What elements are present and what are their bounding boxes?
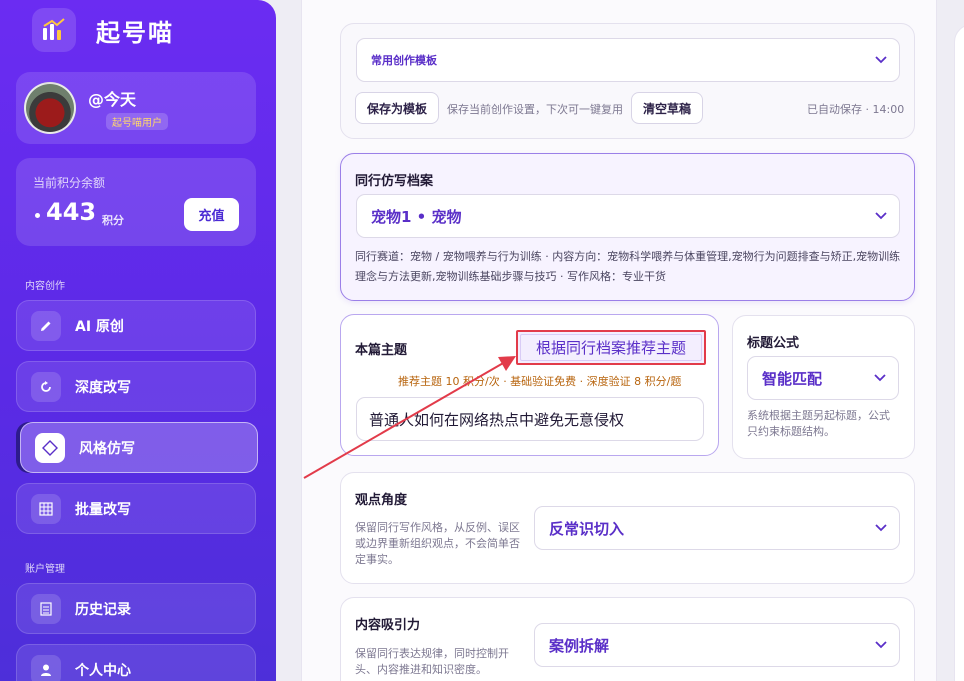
pencil-icon (31, 310, 61, 341)
sidebar-item-style-imitation[interactable]: 风格仿写 (20, 422, 258, 473)
points-label: 当前积分余额 (33, 176, 106, 190)
sidebar-item-deep-rewrite[interactable]: 深度改写 (16, 361, 256, 412)
save-template-hint: 保存当前创作设置，下次可一键复用 (447, 103, 623, 116)
autosave-status: 已自动保存 · 14:00 (807, 103, 905, 116)
topic-input[interactable]: 普通人如何在网络热点中避免无意侵权 (356, 397, 704, 441)
diamond-icon (35, 432, 65, 463)
chevron-down-icon (874, 374, 886, 382)
template-select-value: 常用创作模板 (371, 54, 437, 67)
recommend-topic-button[interactable]: 根据同行档案推荐主题 (516, 330, 706, 365)
appeal-select[interactable]: 案例拆解 (534, 623, 900, 667)
refresh-icon (31, 371, 61, 402)
sidebar-item-label: 风格仿写 (79, 440, 135, 457)
recommend-topic-label: 根据同行档案推荐主题 (535, 340, 686, 357)
chevron-down-icon (875, 524, 887, 532)
appeal-title: 内容吸引力 (355, 618, 421, 633)
viewpoint-select-value: 反常识切入 (549, 519, 625, 538)
sidebar-item-history[interactable]: 历史记录 (16, 583, 256, 634)
sidebar-item-label: AI 原创 (75, 318, 124, 335)
title-formula-select[interactable]: 智能匹配 (747, 356, 899, 400)
chevron-down-icon (875, 56, 887, 64)
topic-pricing: 推荐主题 10 积分/次 · 基础验证免费 · 深度验证 8 积分/题 (398, 375, 682, 388)
recharge-button[interactable]: 充值 (184, 198, 239, 231)
appeal-select-value: 案例拆解 (549, 636, 610, 655)
peer-profile-title: 同行仿写档案 (355, 174, 434, 189)
title-formula-description: 系统根据主题另起标题，公式只约束标题结构。 (747, 409, 890, 438)
chevron-down-icon (875, 212, 887, 220)
topic-title: 本篇主题 (355, 343, 408, 358)
peer-profile-description: 同行赛道：宠物 / 宠物喂养与行为训练 · 内容方向：宠物科学喂养与体重管理,宠… (355, 250, 901, 283)
appeal-description: 保留同行表达规律，同时控制开头、内容推进和知识密度。 (355, 647, 509, 676)
sidebar-item-label: 批量改写 (75, 501, 131, 518)
list-icon (31, 593, 61, 624)
clear-draft-button[interactable]: 清空草稿 (631, 92, 703, 124)
points-unit: 积分 (102, 214, 124, 227)
title-formula-select-value: 智能匹配 (762, 369, 823, 388)
grid-icon (31, 493, 61, 524)
brand[interactable]: 起号喵 (32, 8, 174, 52)
sidebar-item-label: 个人中心 (75, 662, 131, 679)
sidebar-item-batch-rewrite[interactable]: 批量改写 (16, 483, 256, 534)
viewpoint-description: 保留同行写作风格，从反例、误区或边界重新组织观点，不会简单否定事实。 (355, 521, 520, 566)
peer-profile-select-value: 宠物1 • 宠物 (371, 207, 462, 226)
points-card: 当前积分余额 443 积分 充值 (16, 158, 256, 246)
sidebar: 起号喵 @今天 起号喵用户 当前积分余额 443 积分 充值 内容创作 AI 原… (0, 0, 276, 681)
section-label-account: 账户管理 (25, 564, 65, 575)
points-dot (35, 213, 40, 218)
user-icon (31, 654, 61, 681)
chevron-down-icon (875, 641, 887, 649)
sidebar-item-label: 历史记录 (75, 601, 131, 618)
viewpoint-select[interactable]: 反常识切入 (534, 506, 900, 550)
brand-name: 起号喵 (96, 18, 174, 47)
peer-profile-select[interactable]: 宠物1 • 宠物 (356, 194, 900, 238)
user-badge: 起号喵用户 (106, 113, 168, 130)
title-formula-title: 标题公式 (747, 336, 800, 351)
template-select[interactable]: 常用创作模板 (356, 38, 900, 82)
points-value: 443 (46, 198, 97, 226)
viewpoint-title: 观点角度 (355, 493, 408, 508)
profile-card[interactable]: @今天 起号喵用户 (16, 72, 256, 144)
sidebar-item-ai-original[interactable]: AI 原创 (16, 300, 256, 351)
topic-input-value: 普通人如何在网络热点中避免无意侵权 (369, 410, 625, 429)
avatar[interactable] (24, 82, 76, 134)
right-panel-edge (954, 24, 964, 681)
save-template-button[interactable]: 保存为模板 (355, 92, 439, 124)
chart-bars-icon (32, 8, 76, 52)
sidebar-item-profile[interactable]: 个人中心 (16, 644, 256, 681)
user-name: @今天 (88, 90, 137, 109)
sidebar-item-label: 深度改写 (75, 379, 131, 396)
section-label-create: 内容创作 (25, 281, 65, 292)
